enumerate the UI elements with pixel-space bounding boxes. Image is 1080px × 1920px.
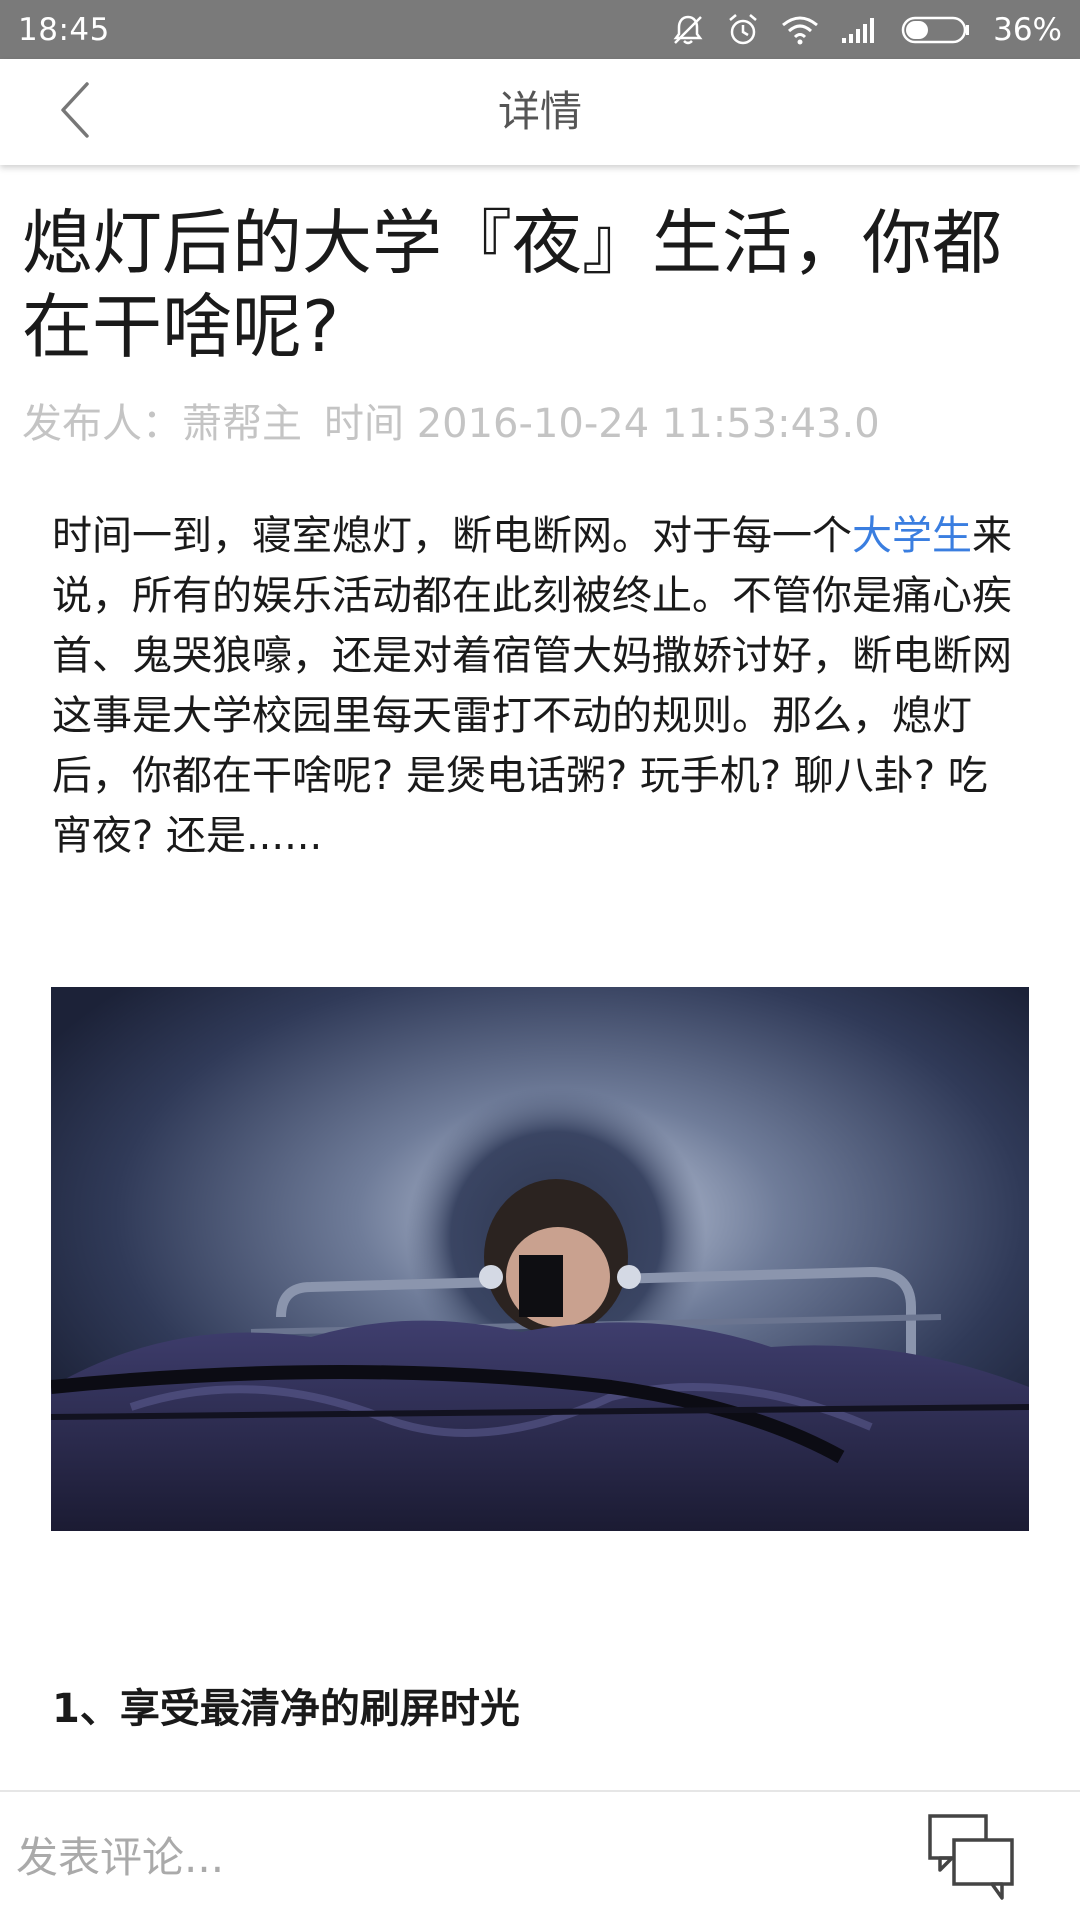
status-bar: 18:45 36% — [0, 0, 1080, 59]
comment-bubbles-icon — [926, 1814, 1016, 1908]
section-heading: 1、享受最清净的刷屏时光 — [52, 1686, 520, 1732]
comment-input[interactable] — [16, 1814, 896, 1900]
status-time: 18:45 — [18, 11, 110, 48]
publish-time: 时间 2016-10-24 11:53:43.0 — [324, 401, 880, 447]
wifi-icon — [781, 15, 819, 45]
app-bar: 详情 — [0, 59, 1080, 165]
article-lead-paragraph: 时间一到，寝室熄灯，断电断网。对于每一个大学生来说，所有的娱乐活动都在此刻被终止… — [52, 506, 1022, 866]
battery-icon — [901, 15, 971, 45]
signal-icon — [841, 16, 879, 44]
mute-icon — [671, 13, 705, 47]
comment-bar — [0, 1790, 1080, 1920]
comments-button[interactable] — [926, 1812, 1016, 1904]
battery-percentage: 36% — [993, 11, 1062, 48]
alarm-icon — [727, 13, 759, 47]
page-title: 详情 — [497, 87, 582, 136]
article-image — [51, 987, 1029, 1531]
keyword-link[interactable]: 大学生 — [852, 513, 972, 559]
publisher-label: 发布人：萧帮主 — [22, 401, 302, 447]
lead-text-before-link: 时间一到，寝室熄灯，断电断网。对于每一个 — [52, 513, 852, 559]
lead-text-after-link: 来说，所有的娱乐活动都在此刻被终止。不管你是痛心疾首、鬼哭狼嚎，还是对着宿管大妈… — [52, 513, 1012, 859]
article-content[interactable]: 熄灯后的大学『夜』生活，你都在干啥呢? 发布人：萧帮主 时间 2016-10-24… — [0, 165, 1080, 1790]
article-meta: 发布人：萧帮主 时间 2016-10-24 11:53:43.0 — [22, 391, 880, 449]
article-title: 熄灯后的大学『夜』生活，你都在干啥呢? — [22, 202, 1002, 368]
status-icons: 36% — [671, 12, 1062, 48]
